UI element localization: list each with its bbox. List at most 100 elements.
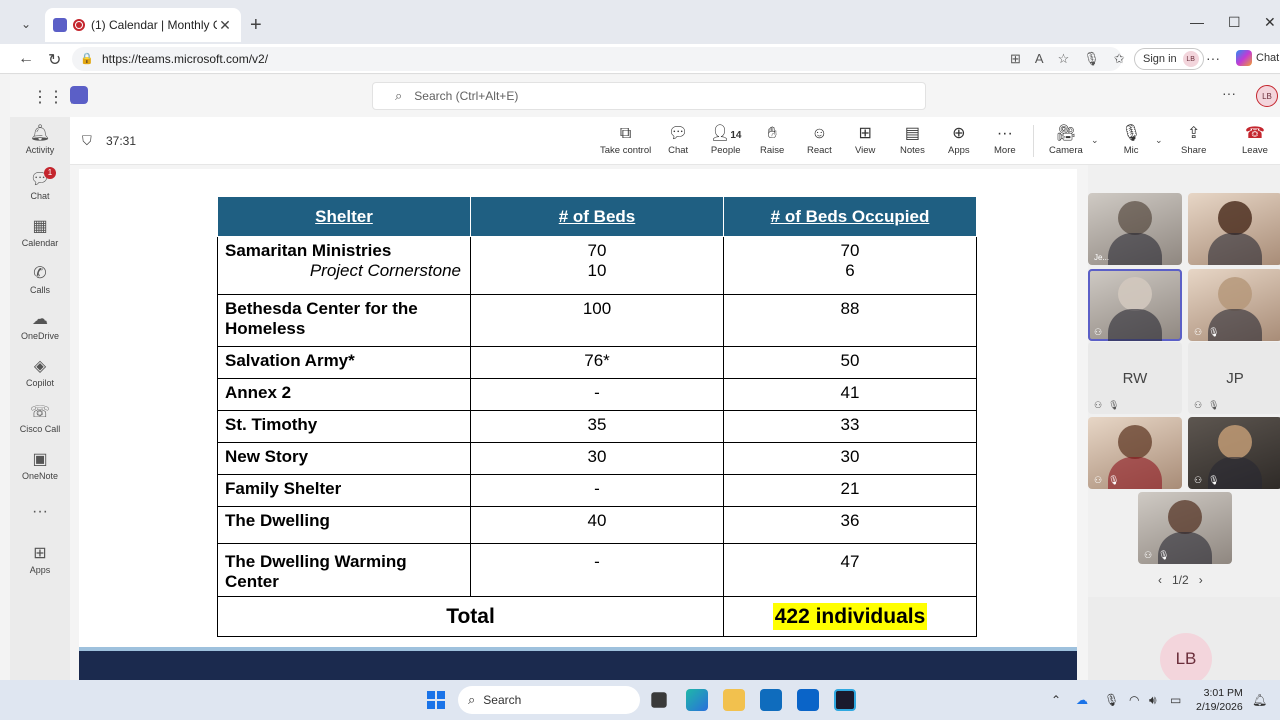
apps-plus-icon: ⊕ — [952, 125, 966, 142]
rail-item-cisco-call[interactable]: ☏ Cisco Call — [10, 402, 70, 446]
beds-cell: - — [470, 543, 724, 597]
participant-tile[interactable]: ⚇ 🎙︎ — [1188, 417, 1280, 489]
table-header-row: Shelter # of Beds # of Beds Occupied — [217, 196, 977, 237]
maximize-icon[interactable]: ☐ — [1228, 14, 1241, 31]
site-info-icon[interactable]: 🔒 — [80, 52, 94, 66]
read-aloud-icon[interactable]: A — [1035, 51, 1044, 67]
camera-options-chevron-icon[interactable]: ⌄ — [1091, 135, 1099, 146]
close-window-icon[interactable]: ✕ — [1264, 14, 1276, 31]
table-row: Bethesda Center for the Homeless 100 88 — [217, 294, 977, 347]
chat-button[interactable]: 💬︎ Chat — [668, 123, 688, 156]
outlook-icon[interactable] — [797, 689, 819, 711]
participant-tile[interactable]: Je... — [1088, 193, 1182, 265]
total-label: Total — [217, 596, 724, 637]
participant-tile[interactable]: ⚇ 🎙︎ — [1138, 492, 1232, 564]
voice-icon[interactable]: 🎙 — [1083, 51, 1100, 67]
rail-item-onedrive[interactable]: ☁︎ OneDrive — [10, 309, 70, 353]
participant-tile[interactable]: ⚇ 🎙︎ — [1188, 269, 1280, 341]
raise-hand-button[interactable]: ✋︎ Raise — [760, 123, 784, 156]
participant-tile[interactable]: JP ⚇ 🎙︎ — [1188, 342, 1280, 414]
take-control-button[interactable]: ⧉ Take control — [600, 123, 651, 156]
refresh-icon[interactable]: ↻ — [48, 50, 61, 70]
clock-date: 2/19/2026 — [1196, 701, 1243, 713]
participant-tile-active-speaker[interactable]: ⚇ — [1088, 269, 1182, 341]
wifi-icon[interactable]: ◠ — [1129, 693, 1139, 707]
more-button[interactable]: ··· More — [994, 123, 1016, 156]
camera-button[interactable]: 🎥︎ Camera — [1049, 123, 1083, 156]
copilot-label: Chat — [1256, 52, 1280, 64]
taskbar-clock[interactable]: 3:01 PM 2/19/2026 — [1196, 686, 1243, 714]
collections-icon[interactable]: ✩ — [1114, 51, 1125, 67]
user-avatar[interactable]: LB — [1256, 85, 1278, 107]
raise-label: Raise — [760, 145, 785, 156]
back-icon[interactable]: ← — [18, 50, 34, 68]
signin-button[interactable]: Sign in LB — [1134, 48, 1204, 70]
column-header: Shelter — [217, 196, 471, 237]
participant-video — [1118, 201, 1152, 235]
task-view-icon[interactable] — [651, 692, 667, 708]
browser-tab-active[interactable]: (1) Calendar | Monthly Commi ✕ — [45, 8, 241, 42]
webex-icon[interactable] — [834, 689, 856, 711]
mic-off-icon: 🎙︎ — [1158, 550, 1170, 560]
mic-off-icon: 🎙︎ — [1208, 400, 1220, 410]
windows-start-icon[interactable] — [427, 691, 445, 709]
tab-list-chevron-icon[interactable]: ⌄ — [12, 12, 40, 36]
prev-page-icon[interactable]: ‹ — [1158, 573, 1162, 587]
participant-tile[interactable]: RW ⚇ 🎙︎ — [1088, 342, 1182, 414]
minimize-icon[interactable]: — — [1190, 14, 1204, 30]
chat-icon: 💬︎ 1 — [28, 167, 56, 191]
battery-icon[interactable]: ▭ — [1170, 693, 1181, 707]
notification-icon[interactable]: 🔔︎ — [1252, 693, 1267, 707]
share-button[interactable]: ⇪ Share — [1181, 123, 1206, 156]
copilot-chat-button[interactable]: Chat — [1236, 50, 1279, 66]
rail-label: Apps — [29, 565, 51, 575]
rail-item-calls[interactable]: ✆ Calls — [10, 263, 70, 307]
app-available-icon[interactable]: ⊞ — [1010, 51, 1021, 67]
profile-avatar: LB — [1182, 51, 1199, 67]
new-tab-icon[interactable]: + — [250, 14, 262, 37]
rail-label: Calls — [29, 285, 50, 295]
file-explorer-icon[interactable] — [723, 689, 745, 711]
people-icon: 👤︎14 — [710, 125, 742, 142]
header-more-icon[interactable]: ··· — [1222, 85, 1236, 101]
tray-overflow-icon[interactable]: ⌃ — [1051, 693, 1061, 707]
rail-item-activity[interactable]: 🔔︎ Activity — [10, 123, 70, 167]
rail-item-chat[interactable]: 💬︎ 1 Chat — [10, 167, 70, 213]
url-field[interactable]: 🔒 https://teams.microsoft.com/v2/ — [72, 47, 1122, 71]
edge-icon[interactable] — [686, 689, 708, 711]
rail-item-copilot[interactable]: ◈ Copilot — [10, 356, 70, 400]
mic-options-chevron-icon[interactable]: ⌄ — [1155, 135, 1163, 146]
mic-button[interactable]: 🎙︎ Mic — [1121, 123, 1141, 156]
beds-value: 70 — [587, 241, 607, 260]
rail-more-button[interactable]: ··· — [10, 501, 70, 545]
rail-item-onenote[interactable]: ▣ OneNote — [10, 449, 70, 493]
view-button[interactable]: ⊞ View — [855, 123, 875, 156]
onedrive-tray-icon[interactable]: ☁︎ — [1076, 693, 1088, 707]
next-page-icon[interactable]: › — [1199, 573, 1203, 587]
apps-button[interactable]: ⊕ Apps — [948, 123, 970, 156]
column-header: # of Beds — [470, 196, 724, 237]
browser-more-icon[interactable]: ··· — [1206, 50, 1220, 66]
react-button[interactable]: ☺ React — [807, 123, 832, 156]
tab-close-icon[interactable]: ✕ — [217, 17, 233, 34]
volume-icon[interactable]: 🔊︎ — [1149, 693, 1157, 708]
onenote-icon: ▣ — [32, 451, 48, 468]
people-button[interactable]: 👤︎14 People — [710, 123, 741, 156]
participant-initials: JP — [1226, 369, 1244, 387]
participant-tile[interactable] — [1188, 193, 1280, 265]
participant-video — [1118, 277, 1152, 311]
mic-tray-icon[interactable]: 🎙︎ — [1104, 693, 1119, 707]
participant-video-body — [1108, 233, 1162, 265]
teams-search-input[interactable]: ⌕ Search (Ctrl+Alt+E) — [372, 82, 926, 110]
participant-tile[interactable]: ⚇ 🎙︎ — [1088, 417, 1182, 489]
rail-item-calendar[interactable]: ▦ Calendar — [10, 216, 70, 260]
taskbar-search[interactable]: ⌕ Search — [458, 686, 640, 714]
store-icon[interactable] — [760, 689, 782, 711]
notes-button[interactable]: ▤ Notes — [900, 123, 925, 156]
beds-cell: 30 — [470, 442, 724, 475]
rail-item-apps[interactable]: ⊞ Apps — [10, 543, 70, 587]
favorite-star-icon[interactable]: ☆ — [1058, 51, 1070, 67]
copilot-icon: ◈ — [33, 358, 47, 375]
view-label: View — [855, 145, 876, 156]
leave-button[interactable]: ☎︎ Leave — [1242, 123, 1268, 156]
